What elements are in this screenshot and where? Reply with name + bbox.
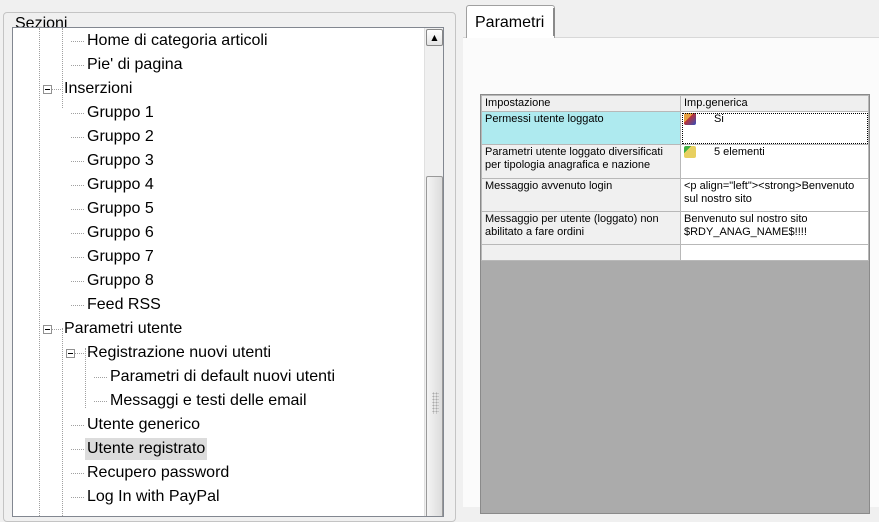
value-text: Si: [714, 113, 724, 125]
tree-connector: [94, 401, 107, 402]
tab-parametri[interactable]: Parametri: [466, 5, 555, 38]
tree-item[interactable]: Gruppo 3: [85, 150, 156, 172]
tree-connector: [71, 113, 84, 114]
tree-connector: [71, 305, 84, 306]
tree-item[interactable]: Parametri utente: [62, 318, 184, 340]
grid-row[interactable]: [481, 244, 869, 261]
header-impostazione[interactable]: Impostazione: [481, 95, 681, 112]
tree-item[interactable]: Home di categoria articoli: [85, 30, 270, 52]
tree-item[interactable]: Utente generico: [85, 414, 202, 436]
tree-item[interactable]: Pie' di pagina: [85, 54, 185, 76]
tree-connector: [71, 425, 84, 426]
setting-value[interactable]: <p align="left"><strong>Benvenuto sul no…: [680, 178, 869, 212]
scroll-up-button[interactable]: ▲: [426, 29, 443, 46]
tree-guide-line: [39, 28, 40, 516]
tree-item[interactable]: Gruppo 7: [85, 246, 156, 268]
collapse-icon[interactable]: [66, 349, 75, 358]
tree-connector: [71, 209, 84, 210]
tree-connector: [71, 473, 84, 474]
tree-connector: [71, 257, 84, 258]
collapse-icon[interactable]: [43, 325, 52, 334]
grid-row[interactable]: Messaggio avvenuto login <p align="left">…: [481, 178, 869, 212]
tree-item[interactable]: Utente registrato: [85, 438, 208, 460]
tree-item[interactable]: Recupero password: [85, 462, 231, 484]
value-text: 5 elementi: [714, 146, 765, 158]
tree-item[interactable]: Gruppo 1: [85, 102, 156, 124]
tree-connector: [71, 281, 84, 282]
tree-item[interactable]: Gruppo 6: [85, 222, 156, 244]
header-imp-generica[interactable]: Imp.generica: [680, 95, 869, 112]
settings-grid[interactable]: Impostazione Imp.generica Permessi utent…: [480, 94, 870, 514]
users-icon: [684, 113, 696, 125]
setting-value[interactable]: 5 elementi: [680, 144, 869, 179]
grip-icon: [432, 392, 439, 414]
tree-guide-line: [85, 348, 86, 408]
tree-connector: [94, 377, 107, 378]
tree-item[interactable]: Feed RSS: [85, 294, 163, 316]
tree-item[interactable]: Parametri di default nuovi utenti: [108, 366, 337, 388]
setting-name: Permessi utente loggato: [481, 111, 681, 145]
setting-value[interactable]: Si: [680, 111, 869, 145]
tree-guide-line: [62, 28, 63, 108]
tree-connector: [71, 137, 84, 138]
tree-item[interactable]: Log In with PayPal: [85, 486, 222, 508]
tree-guide-line: [62, 328, 63, 516]
tree-item[interactable]: Gruppo 8: [85, 270, 156, 292]
tab-separator: [553, 8, 555, 36]
scroll-thumb[interactable]: [426, 176, 443, 516]
tree-item[interactable]: Messaggi e testi delle email: [108, 390, 309, 412]
tree-connector: [71, 161, 84, 162]
grid-row[interactable]: Parametri utente loggato diversificati p…: [481, 144, 869, 179]
setting-value[interactable]: [680, 244, 869, 261]
sections-tree[interactable]: Home di categoria articoli Pie' di pagina…: [12, 27, 444, 517]
setting-name: [481, 244, 681, 261]
tree-item[interactable]: Registrazione nuovi utenti: [85, 342, 273, 364]
grid-row[interactable]: Messaggio per utente (loggato) non abili…: [481, 211, 869, 245]
setting-value[interactable]: Benvenuto sul nostro sito $RDY_ANAG_NAME…: [680, 211, 869, 245]
tree-connector: [71, 233, 84, 234]
tree-connector: [71, 449, 84, 450]
tree-item[interactable]: Gruppo 2: [85, 126, 156, 148]
tree-connector: [71, 185, 84, 186]
tree-item[interactable]: Gruppo 4: [85, 174, 156, 196]
grid-row[interactable]: Permessi utente loggato Si: [481, 111, 869, 145]
tree-connector: [71, 41, 84, 42]
tree-item[interactable]: Gruppo 5: [85, 198, 156, 220]
setting-name: Messaggio per utente (loggato) non abili…: [481, 211, 681, 245]
tree-item[interactable]: Inserzioni: [62, 78, 134, 100]
tree-connector: [71, 65, 84, 66]
setting-name: Messaggio avvenuto login: [481, 178, 681, 212]
tree-connector: [71, 497, 84, 498]
collapse-icon[interactable]: [43, 85, 52, 94]
folder-icon: [684, 146, 696, 158]
tree-scrollbar[interactable]: ▲: [424, 28, 443, 516]
setting-name: Parametri utente loggato diversificati p…: [481, 144, 681, 179]
